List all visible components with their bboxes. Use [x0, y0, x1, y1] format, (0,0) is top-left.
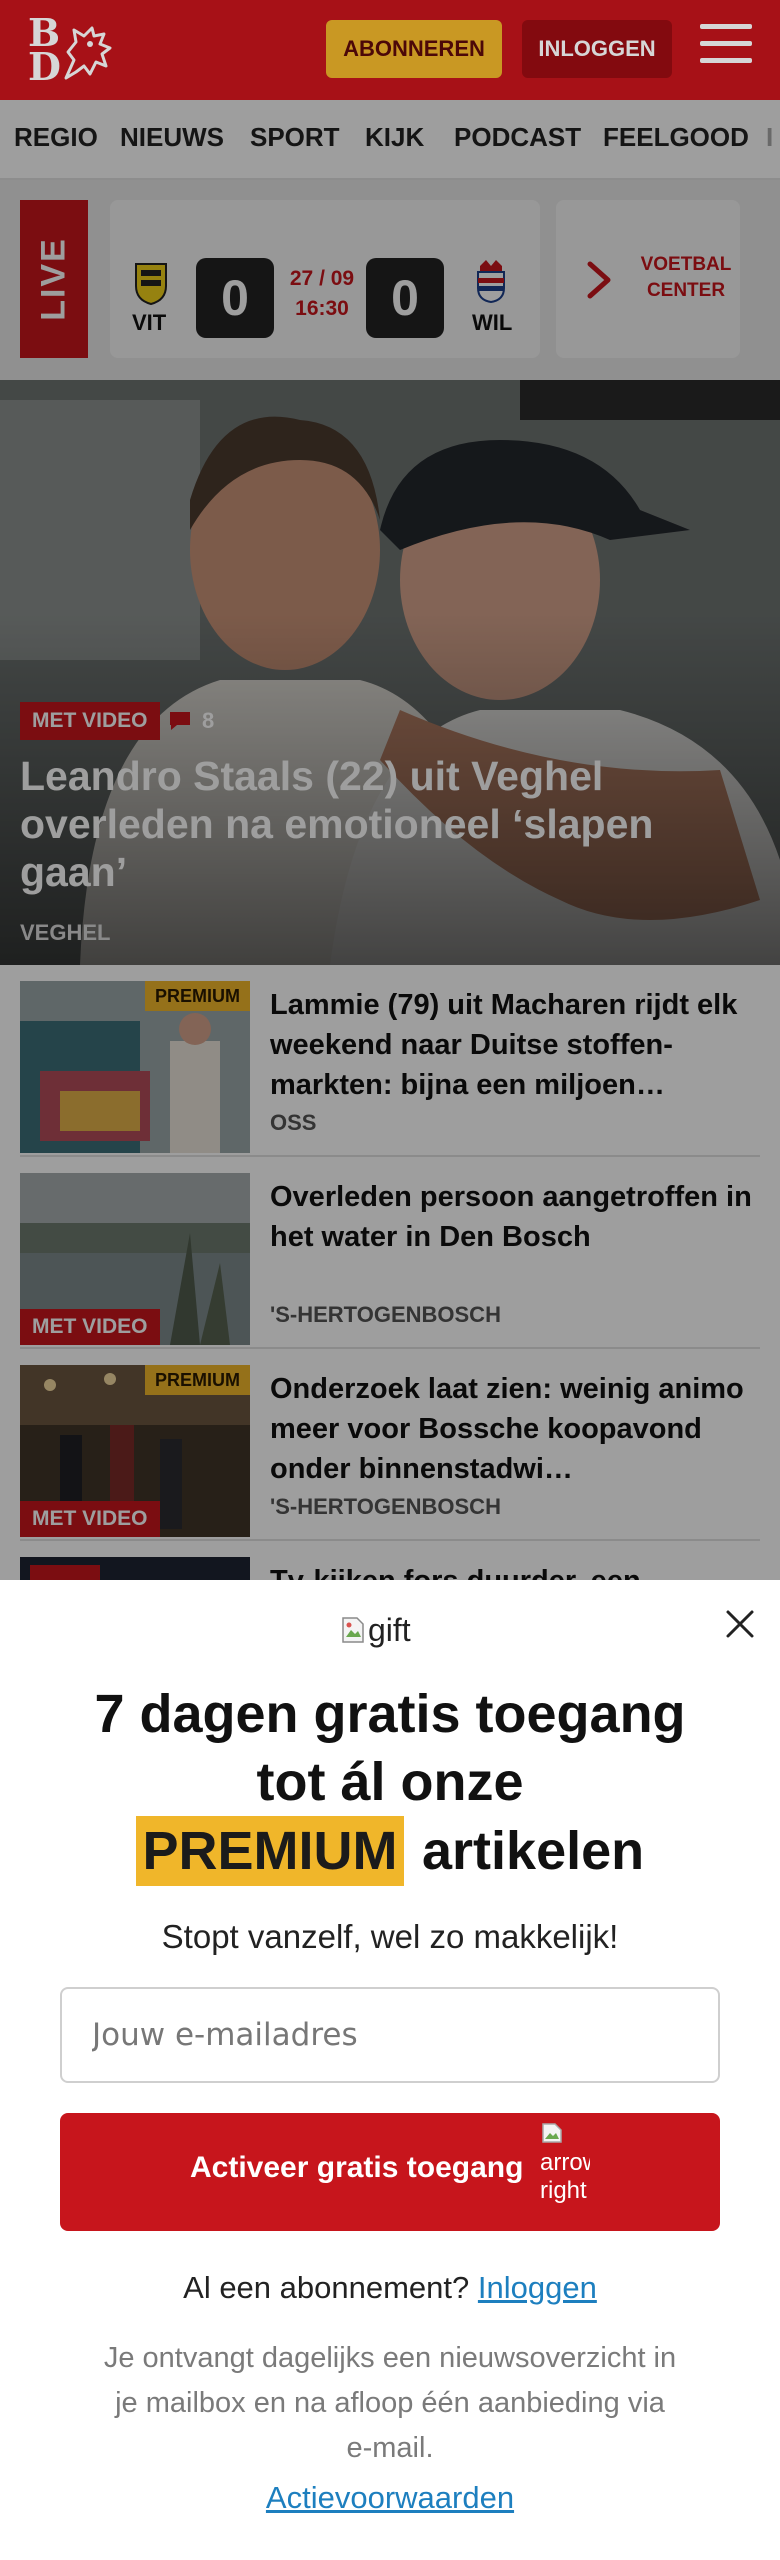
- section-nav: REGIO NIEUWS SPORT KIJK PODCAST FEELGOOD…: [0, 100, 780, 180]
- broken-image-icon: [342, 1617, 364, 1643]
- hamburger-line: [700, 58, 752, 63]
- modal-subline: Stopt vanzelf, wel zo makkelijk!: [161, 1918, 619, 1955]
- existing-subscription-prompt: Al een abonnement? Inloggen: [60, 2270, 720, 2306]
- live-scores-strip: LIVE VIT 0 27 / 09 16:30 0 WIL VOETBAL C…: [0, 180, 780, 380]
- hero-location: VEGHEL: [20, 920, 111, 945]
- premium-word: PREMIUM: [142, 1821, 398, 1881]
- arrow-right-alt-text: arrow right: [540, 2149, 590, 2204]
- article-title[interactable]: Lammie (79) uit Macharen rijdt elk weeke…: [270, 985, 760, 1105]
- match-datetime: 27 / 09 16:30: [282, 264, 362, 324]
- list-item[interactable]: PREMIUM MET VIDEO Onderzoek laat zien: w…: [20, 1349, 760, 1541]
- match-time: 16:30: [295, 297, 349, 320]
- voetbal-center-link[interactable]: VOETBAL CENTER: [556, 200, 740, 358]
- hero-article[interactable]: MET VIDEO 8 Leandro Staals (22) uit Vegh…: [0, 380, 780, 965]
- article-location: 'S-HERTOGENBOSCH: [270, 1494, 501, 1519]
- comment-icon: [170, 712, 190, 730]
- voetbal-center-label: VOETBAL CENTER: [636, 252, 736, 304]
- nav-item-nieuws[interactable]: NIEUWS: [120, 122, 224, 153]
- video-badge: MET VIDEO: [20, 702, 160, 740]
- match-date: 27 / 09: [289, 267, 355, 290]
- activate-trial-button[interactable]: Activeer gratis toegang arrow right: [60, 2113, 720, 2231]
- willem-ii-logo-icon: [477, 260, 505, 304]
- home-score: 0: [196, 258, 274, 338]
- nav-item-regio[interactable]: REGIO: [14, 122, 98, 153]
- login-button[interactable]: INLOGGEN: [522, 20, 672, 78]
- voetbal-center-line2: CENTER: [646, 280, 726, 301]
- video-badge: MET VIDEO: [20, 1309, 160, 1345]
- arrow-right-icon: arrow right: [540, 2121, 590, 2221]
- away-score: 0: [366, 258, 444, 338]
- away-team-code: WIL: [472, 310, 513, 335]
- site-header: B D ABONNEREN INLOGGEN: [0, 0, 780, 100]
- site-logo[interactable]: B D: [26, 14, 118, 86]
- email-field[interactable]: [60, 1987, 720, 2083]
- gift-image: gift: [340, 1610, 411, 1650]
- activate-trial-label: Activeer gratis toegang: [190, 2151, 524, 2184]
- home-team-code: VIT: [132, 310, 167, 335]
- article-title[interactable]: Overleden persoon aangetroffen in het wa…: [270, 1177, 760, 1257]
- terms-link[interactable]: Actievoorwaarden: [60, 2480, 720, 2516]
- article-list: PREMIUM Lammie (79) uit Macharen rijdt e…: [0, 965, 780, 1729]
- modal-login-link[interactable]: Inloggen: [478, 2270, 597, 2305]
- hamburger-icon[interactable]: [700, 24, 752, 72]
- horse-logo-icon: [64, 26, 112, 80]
- comment-count-value: 8: [202, 708, 215, 733]
- hamburger-line: [700, 24, 752, 29]
- broken-image-icon: [542, 2123, 562, 2143]
- premium-badge: PREMIUM: [145, 1365, 250, 1395]
- article-location: 'S-HERTOGENBOSCH: [270, 1302, 501, 1327]
- modal-headline: 7 dagen gratis toegang tot ál onze: [94, 1684, 686, 1812]
- nav-item-feelgood[interactable]: FEELGOOD: [603, 122, 749, 153]
- headline-rest: artikelen: [422, 1821, 645, 1881]
- gift-alt-text: gift: [368, 1611, 411, 1648]
- match-card[interactable]: VIT 0 27 / 09 16:30 0 WIL: [110, 200, 540, 358]
- list-item[interactable]: PREMIUM Lammie (79) uit Macharen rijdt e…: [20, 965, 760, 1157]
- chevron-right-icon: [587, 261, 611, 299]
- article-thumbnail: PREMIUM: [20, 981, 250, 1153]
- comment-count[interactable]: 8: [168, 702, 214, 740]
- premium-trial-modal: gift 7 dagen gratis toegang tot ál onze …: [0, 1580, 780, 2560]
- existing-subscription-text: Al een abonnement?: [183, 2270, 470, 2305]
- nav-item-more[interactable]: I: [766, 122, 773, 153]
- live-label: LIVE: [34, 237, 73, 321]
- modal-fineprint: Je ontvangt dagelijks een nieuwsoverzich…: [103, 2342, 677, 2464]
- nav-item-podcast[interactable]: PODCAST: [454, 122, 581, 153]
- logo-letter-d: D: [28, 44, 61, 89]
- close-icon[interactable]: [720, 1604, 760, 1644]
- hamburger-line: [700, 41, 752, 46]
- voetbal-center-line1: VOETBAL: [640, 254, 732, 275]
- vitesse-logo-icon: [135, 263, 167, 306]
- subscribe-button[interactable]: ABONNEREN: [326, 20, 502, 78]
- nav-item-sport[interactable]: SPORT: [250, 122, 340, 153]
- article-thumbnail: PREMIUM MET VIDEO: [20, 1365, 250, 1537]
- nav-item-kijk[interactable]: KIJK: [365, 122, 424, 153]
- article-title[interactable]: Onderzoek laat zien: weinig animo meer v…: [270, 1369, 760, 1489]
- article-thumbnail: MET VIDEO: [20, 1173, 250, 1345]
- list-item[interactable]: MET VIDEO Overleden persoon aangetroffen…: [20, 1157, 760, 1349]
- live-badge: LIVE: [20, 200, 88, 358]
- article-location: OSS: [270, 1110, 317, 1135]
- premium-badge: PREMIUM: [145, 981, 250, 1011]
- video-badge: MET VIDEO: [20, 1501, 160, 1537]
- hero-title[interactable]: Leandro Staals (22) uit Veghel overleden…: [20, 752, 740, 896]
